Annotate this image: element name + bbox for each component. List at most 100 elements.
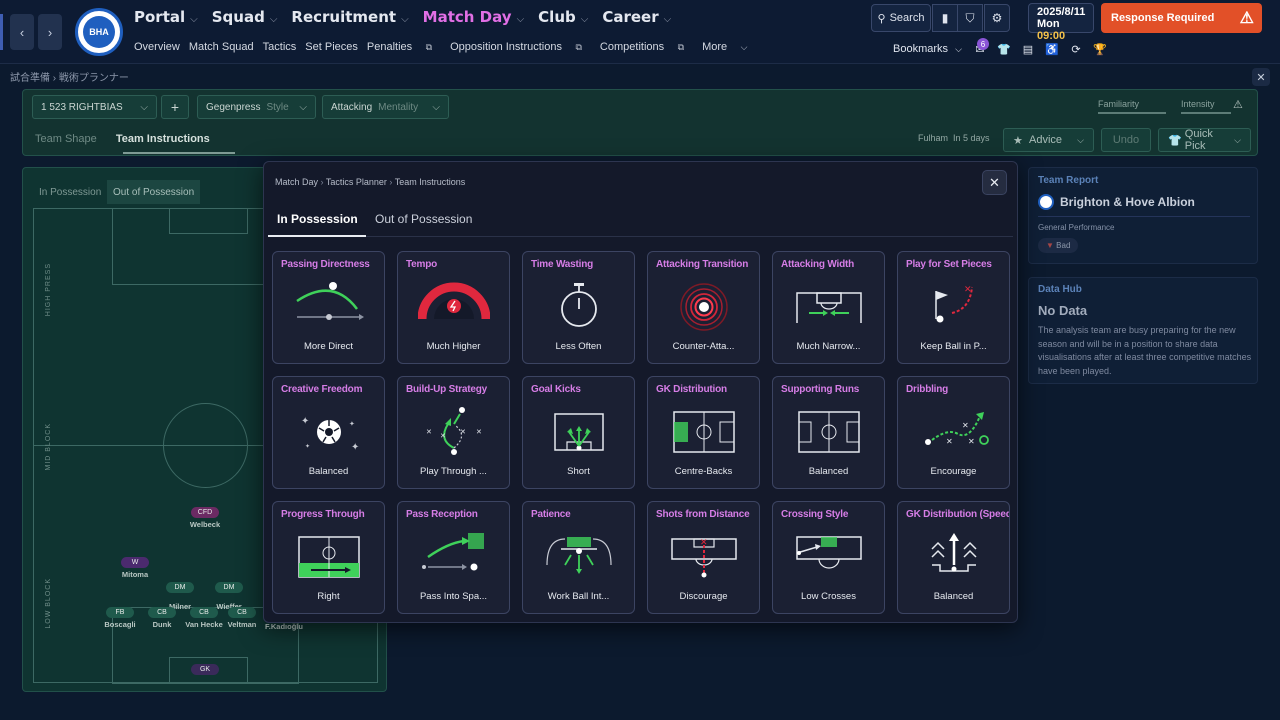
search-button[interactable]: ⚲ Search [871, 4, 931, 32]
submenu-opposition-instructions[interactable]: Opposition Instructions ⧉ [450, 41, 591, 53]
refresh-icon[interactable]: ⟳ [1068, 41, 1084, 57]
shirt-icon: 👕 [1168, 134, 1182, 147]
shield-icon[interactable]: ⛉ [957, 4, 983, 32]
card-title: Crossing Style [781, 509, 849, 520]
crumb-match-day[interactable]: Match Day [275, 177, 318, 187]
card-title: Dribbling [906, 384, 949, 395]
formation-dropdown[interactable]: 1 523 RIGHTBIAS ⌵ [32, 95, 157, 119]
tab-pitch-in-possession[interactable]: In Possession [33, 180, 107, 204]
training-icon[interactable]: ♿ [1044, 41, 1060, 57]
pass-space-icon [422, 533, 484, 571]
submenu-more[interactable]: More ⌵ [702, 41, 756, 53]
card-value: Right [317, 591, 340, 602]
modal-close-button[interactable]: ✕ [982, 170, 1007, 195]
submenu-set-pieces[interactable]: Set Pieces [305, 41, 358, 53]
menu-match-day[interactable]: Match Day ⌵ [423, 8, 525, 26]
menu-club[interactable]: Club ⌵ [538, 8, 588, 26]
supporting-runs-icon [798, 411, 860, 453]
style-dropdown[interactable]: Gegenpress Style ⌵ [197, 95, 316, 119]
instruction-card-patience[interactable]: Patience Work Ball Int... [522, 501, 635, 614]
instruction-card-supporting-runs[interactable]: Supporting Runs Balanced [772, 376, 885, 489]
instruction-card-play-for-set-pieces[interactable]: Play for Set Pieces ✕ Keep Ball in P... [897, 251, 1010, 364]
instruction-card-passing-directness[interactable]: Passing Directness More Direct [272, 251, 385, 364]
club-crest-logo[interactable]: BHA [75, 8, 123, 56]
instruction-card-tempo[interactable]: Tempo Much Higher [397, 251, 510, 364]
menu-recruitment[interactable]: Recruitment ⌵ [291, 8, 408, 26]
instruction-card-time-wasting[interactable]: Time Wasting Less Often [522, 251, 635, 364]
player-marker[interactable]: CFD Welbeck [175, 507, 235, 529]
instruction-card-gk-distribution[interactable]: GK Distribution Centre-Backs [647, 376, 760, 489]
undo-button[interactable]: Undo [1101, 128, 1151, 152]
instruction-card-attacking-transition[interactable]: Attacking Transition Counter-Atta... [647, 251, 760, 364]
instruction-card-creative-freedom[interactable]: Creative Freedom ✦ ✦ ✦ ✦ Balanced [272, 376, 385, 489]
card-value: Encourage [930, 466, 977, 477]
progress-right-icon [298, 536, 360, 578]
instruction-card-progress-through[interactable]: Progress Through Right [272, 501, 385, 614]
bookmarks-dropdown[interactable]: Bookmarks ⌵ [893, 43, 962, 55]
menu-label: Portal [134, 8, 186, 26]
svg-text:✦: ✦ [305, 443, 310, 450]
formation-index: 1 [41, 101, 47, 113]
formation-label: 523 RIGHTBIAS [49, 101, 123, 113]
corner-flag-icon: ✕ [935, 284, 973, 323]
shirt-icon[interactable]: 👕 [996, 41, 1012, 57]
menu-squad[interactable]: Squad ⌵ [212, 8, 278, 26]
next-match-info: Fulham In 5 days [918, 133, 990, 143]
instruction-card-pass-reception[interactable]: Pass Reception Pass Into Spa... [397, 501, 510, 614]
svg-text:✕: ✕ [946, 437, 953, 446]
date-time-display[interactable]: 2025/8/11 Mon 09:00 [1028, 3, 1094, 42]
data-hub-title[interactable]: Data Hub [1038, 284, 1082, 295]
submenu-label: More [702, 41, 728, 53]
tab-out-of-possession[interactable]: Out of Possession [375, 212, 472, 226]
card-value: Low Crosses [801, 591, 856, 602]
instruction-card-gk-distribution-speed[interactable]: GK Distribution (Speed Balanced [897, 501, 1010, 614]
response-required-button[interactable]: Response Required ⚠ [1101, 3, 1262, 33]
tab-team-shape[interactable]: Team Shape [35, 133, 97, 145]
menu-label: Club [538, 8, 576, 26]
add-tactic-button[interactable]: + [161, 95, 189, 119]
notification-badge: 6 [977, 38, 989, 50]
goal-narrow-icon [796, 292, 862, 323]
submenu-penalties[interactable]: Penalties ⧉ [367, 41, 441, 53]
crumb-tactics-planner[interactable]: Tactics Planner [326, 177, 387, 187]
dribble-path-icon: ✕ ✕ ✕ [925, 412, 989, 446]
style-value: Gegenpress [206, 101, 261, 113]
tab-team-instructions[interactable]: Team Instructions [116, 133, 210, 145]
submenu-match-squad[interactable]: Match Squad [189, 41, 254, 53]
instruction-card-dribbling[interactable]: Dribbling ✕ ✕ ✕ Encourage [897, 376, 1010, 489]
instruction-card-crossing-style[interactable]: Crossing Style Low Crosses [772, 501, 885, 614]
player-marker[interactable]: W Mitoma [105, 557, 165, 579]
instruction-card-shots-from-distance[interactable]: Shots from Distance ✕ Discourage [647, 501, 760, 614]
submenu-overview[interactable]: Overview [134, 41, 180, 53]
quick-pick-button[interactable]: 👕 Quick Pick ⌵ [1158, 128, 1251, 152]
zone-high-press: HIGH PRESS [45, 263, 52, 317]
team-report-title[interactable]: Team Report [1038, 175, 1098, 186]
player-marker[interactable]: GK [175, 664, 235, 677]
menu-career[interactable]: Career ⌵ [602, 8, 671, 26]
trophy-icon[interactable]: 🏆 [1092, 41, 1108, 57]
quick-pick-label: Quick Pick [1184, 128, 1213, 152]
card-value: Work Ball Int... [547, 591, 610, 602]
menu-portal[interactable]: Portal ⌵ [134, 8, 198, 26]
instruction-card-goal-kicks[interactable]: Goal Kicks Short [522, 376, 635, 489]
mentality-dropdown[interactable]: Attacking Mentality ⌵ [322, 95, 449, 119]
card-title: Supporting Runs [781, 384, 860, 395]
close-icon[interactable]: ✕ [1252, 68, 1270, 86]
instruction-card-attacking-width[interactable]: Attacking Width Much Narrow... [772, 251, 885, 364]
tab-in-possession[interactable]: In Possession [277, 212, 358, 226]
advice-button[interactable]: ★ Advice ⌵ [1003, 128, 1094, 152]
star-icon: ★ [1013, 134, 1023, 147]
card-title: Patience [531, 509, 571, 520]
forward-button[interactable]: › [38, 14, 62, 50]
instruction-card-build-up-strategy[interactable]: Build-Up Strategy ✕ ✕ ✕ ✕ Play Through .… [397, 376, 510, 489]
tab-pitch-out-of-possession[interactable]: Out of Possession [107, 180, 201, 204]
position-badge: FB [106, 607, 134, 618]
goal-kick-icon [554, 413, 604, 451]
bookmark-icon[interactable]: ▮ [932, 4, 958, 32]
chevron-down-icon: ⌵ [955, 44, 962, 54]
submenu-tactics[interactable]: Tactics [263, 41, 297, 53]
clipboard-icon[interactable]: ▤ [1020, 41, 1036, 57]
back-button[interactable]: ‹ [10, 14, 34, 50]
gear-icon[interactable]: ⚙ [984, 4, 1010, 32]
submenu-competitions[interactable]: Competitions ⧉ [600, 41, 693, 53]
